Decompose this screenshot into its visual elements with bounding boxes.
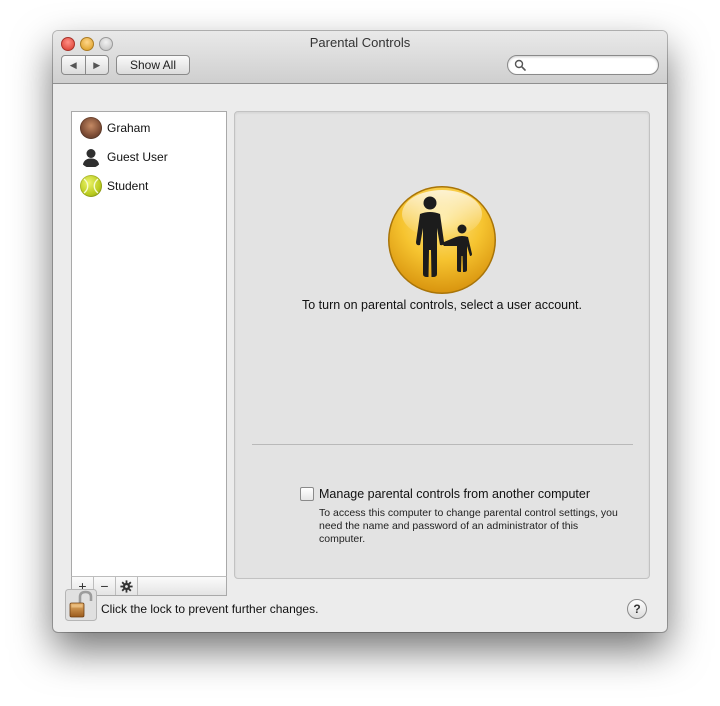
search-field[interactable]: [507, 55, 659, 75]
guest-user-icon: [80, 146, 102, 168]
window-title: Parental Controls: [309, 35, 411, 50]
user-list[interactable]: Graham Guest User Student: [71, 111, 227, 577]
manage-remotely-label[interactable]: Manage parental controls from another co…: [319, 487, 590, 501]
gear-icon: [120, 579, 133, 593]
back-button[interactable]: ◀: [62, 56, 86, 74]
list-item-user[interactable]: Guest User: [72, 143, 226, 171]
remove-user-button[interactable]: −: [94, 577, 116, 595]
help-button[interactable]: ?: [627, 599, 647, 619]
main-content-panel: To turn on parental controls, select a u…: [234, 111, 650, 579]
back-forward-control: ◀ ▶: [61, 55, 109, 75]
list-item-user[interactable]: Graham: [72, 114, 226, 142]
forward-button[interactable]: ▶: [86, 56, 109, 74]
tennis-ball-avatar: [80, 175, 102, 197]
select-user-prompt: To turn on parental controls, select a u…: [301, 298, 583, 312]
search-icon: [514, 59, 526, 71]
manage-remotely-checkbox[interactable]: [300, 487, 314, 501]
graham-avatar: [80, 117, 102, 139]
chevron-left-icon: ◀: [69, 59, 77, 70]
action-menu-button[interactable]: [116, 577, 138, 595]
search-input[interactable]: [528, 57, 657, 74]
parental-controls-icon: [388, 186, 496, 294]
parental-controls-window: Parental Controls ◀ ▶ Show All Graham Gu…: [53, 31, 667, 632]
list-item-user[interactable]: Student: [72, 172, 226, 200]
user-name-label: Student: [107, 179, 149, 193]
title-bar[interactable]: Parental Controls ◀ ▶ Show All: [53, 31, 667, 84]
manage-remotely-description: To access this computer to change parent…: [319, 507, 618, 545]
show-all-button[interactable]: Show All: [116, 55, 190, 75]
chevron-right-icon: ▶: [93, 59, 101, 70]
divider: [252, 444, 633, 445]
unlocked-padlock-icon[interactable]: [65, 589, 97, 621]
lock-status-text: Click the lock to prevent further change…: [101, 602, 319, 616]
manage-remotely-row[interactable]: Manage parental controls from another co…: [300, 487, 590, 501]
user-name-label: Graham: [107, 121, 151, 135]
user-name-label: Guest User: [107, 150, 168, 164]
